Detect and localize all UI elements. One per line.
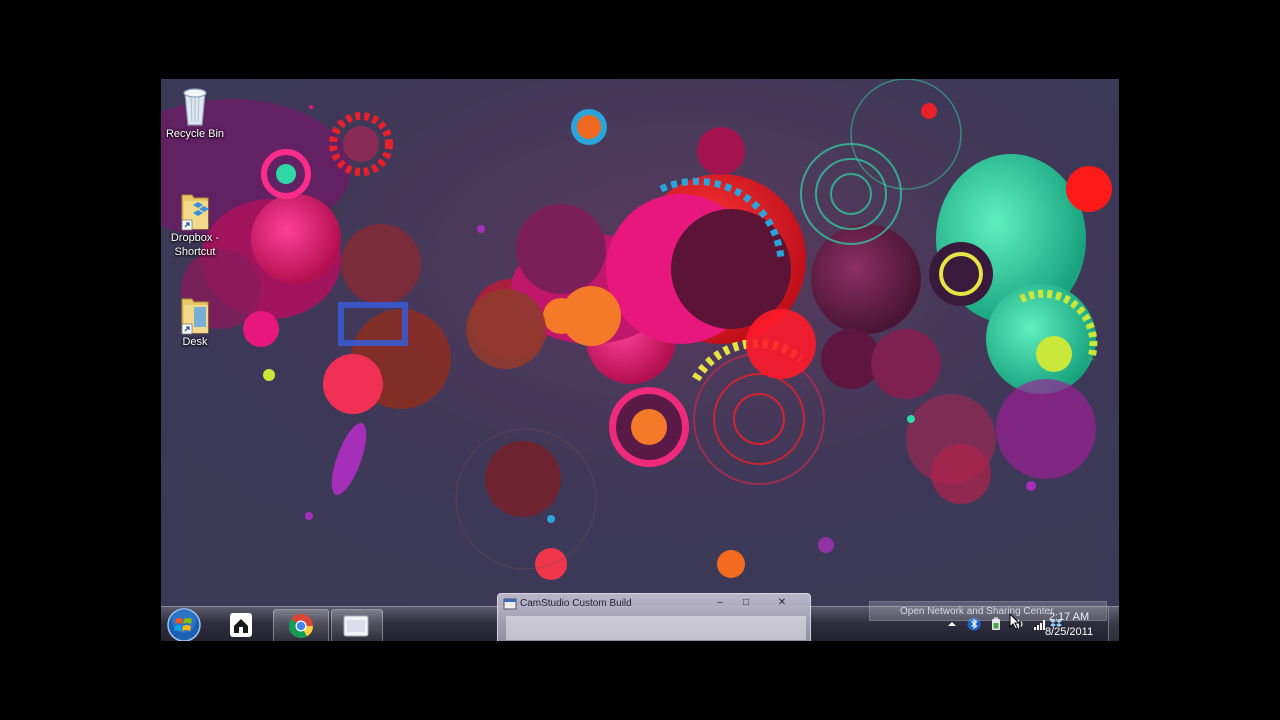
app-window-icon bbox=[503, 598, 517, 610]
window-app-icon bbox=[343, 615, 369, 637]
dropbox-folder-icon bbox=[176, 189, 214, 231]
thumbnail-maximize-button[interactable]: □ bbox=[736, 596, 756, 610]
desk-label: Desk bbox=[182, 336, 208, 348]
windows-orb-icon bbox=[167, 608, 201, 641]
home-server-icon bbox=[230, 613, 252, 637]
dropbox-shortcut-label-line2: Shortcut bbox=[174, 246, 216, 258]
show-desktop-button[interactable] bbox=[1108, 607, 1119, 641]
desktop-icon-recycle-bin[interactable]: Recycle Bin bbox=[161, 85, 230, 141]
folder-icon bbox=[176, 293, 214, 335]
clock-date: 8/25/2011 bbox=[1044, 626, 1094, 638]
desktop-icon-desk[interactable]: Desk bbox=[161, 293, 230, 349]
thumbnail-title: CamStudio Custom Build bbox=[520, 598, 632, 609]
taskbar-active-window-button[interactable] bbox=[331, 609, 383, 641]
desktop-icon-dropbox-shortcut[interactable]: Dropbox - Shortcut bbox=[161, 189, 230, 259]
thumbnail-close-button[interactable]: ✕ bbox=[772, 596, 792, 610]
thumbnail-window-preview bbox=[506, 616, 806, 640]
thumbnail-minimize-button[interactable]: – bbox=[710, 596, 730, 610]
taskbar-home-server-button[interactable] bbox=[223, 609, 259, 641]
recycle-bin-icon bbox=[176, 85, 214, 126]
desktop-wallpaper bbox=[161, 79, 1119, 606]
taskbar-thumbnail-preview[interactable]: CamStudio Custom Build – □ ✕ bbox=[497, 593, 811, 641]
chrome-icon bbox=[288, 614, 313, 639]
network-tooltip: Open Network and Sharing Center bbox=[869, 601, 1107, 621]
desktop-screen: Recycle Bin Dropbox - Shortcut Desk 2:17… bbox=[161, 79, 1119, 641]
recycle-bin-label: Recycle Bin bbox=[165, 128, 225, 140]
start-button[interactable] bbox=[165, 607, 203, 641]
taskbar-chrome-button[interactable] bbox=[273, 609, 329, 641]
dropbox-shortcut-label-line1: Dropbox - bbox=[170, 232, 220, 244]
mouse-cursor-icon bbox=[1009, 613, 1021, 630]
